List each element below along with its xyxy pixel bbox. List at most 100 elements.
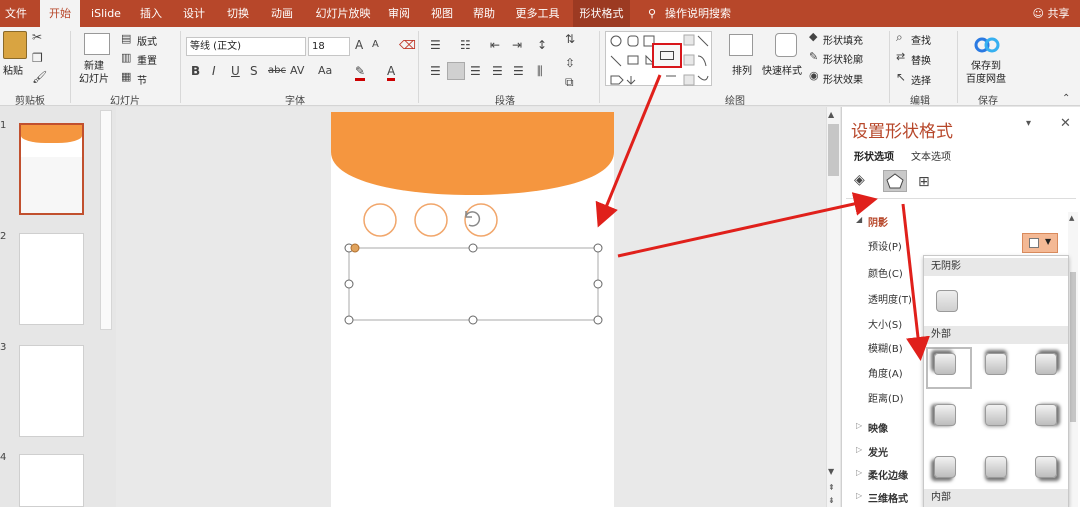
outer-shadow-option-6[interactable] — [1035, 404, 1057, 426]
reset-button[interactable]: 重置 — [137, 52, 157, 67]
share-button[interactable]: ☺ 共享 — [1026, 0, 1076, 27]
shape-outline-button[interactable]: 形状轮廓 — [823, 51, 863, 66]
slide-thumbnail-2[interactable] — [19, 233, 84, 325]
bullets-icon[interactable]: ☰ — [430, 38, 441, 52]
outer-shadow-option-8[interactable] — [985, 456, 1007, 478]
quick-styles-icon[interactable] — [775, 33, 797, 57]
new-slide-button[interactable]: 新建 幻灯片 — [79, 60, 109, 86]
outer-shadow-option-1[interactable] — [934, 353, 956, 375]
scroll-down-icon[interactable]: ▼ — [828, 467, 834, 476]
tab-animations[interactable]: 动画 — [265, 0, 299, 27]
baidu-cloud-icon[interactable] — [974, 33, 1000, 55]
slide-thumbnail-4[interactable] — [19, 454, 84, 507]
section-3d-format[interactable]: 三维格式 — [868, 490, 908, 505]
shadow-text-icon[interactable]: S — [250, 64, 258, 78]
rectangle-shape-button[interactable] — [652, 43, 682, 68]
save-to-baidu-button[interactable]: 保存到 百度网盘 — [966, 60, 1006, 86]
tell-me-search[interactable]: 操作说明搜索 — [665, 0, 745, 27]
tab-view[interactable]: 视图 — [425, 0, 459, 27]
tab-text-options[interactable]: 文本选项 — [911, 148, 951, 163]
copy-icon[interactable]: ❐ — [32, 51, 43, 65]
clear-format-icon[interactable]: ⌫ — [399, 38, 416, 52]
arrange-button[interactable]: 排列 — [732, 62, 752, 77]
tab-slideshow[interactable]: 幻灯片放映 — [308, 0, 378, 27]
scroll-thumb[interactable] — [828, 124, 839, 176]
outer-shadow-option-9[interactable] — [1035, 456, 1057, 478]
pane-scroll-up-icon[interactable]: ▲ — [1069, 214, 1074, 222]
increase-font-icon[interactable]: A — [355, 38, 363, 52]
paste-icon[interactable] — [3, 31, 27, 59]
tab-review[interactable]: 审阅 — [382, 0, 416, 27]
justify-icon[interactable]: ☰ — [492, 64, 503, 78]
smartart-icon[interactable]: ⧉ — [565, 75, 574, 90]
tab-file[interactable]: 文件 — [0, 0, 32, 27]
font-color-icon[interactable]: A — [387, 64, 396, 81]
pane-options-icon[interactable]: ▾ — [1026, 118, 1031, 129]
strikethrough-icon[interactable]: abc — [268, 65, 286, 76]
tab-insert[interactable]: 插入 — [134, 0, 168, 27]
distribute-icon[interactable]: ☰ — [513, 64, 524, 78]
new-slide-icon[interactable] — [84, 33, 110, 55]
font-name-select[interactable]: 等线 (正文) — [186, 37, 306, 56]
line-spacing-icon[interactable]: ↕ — [537, 38, 547, 52]
fill-line-icon[interactable]: ◈ — [854, 172, 865, 188]
shape-fill-button[interactable]: 形状填充 — [823, 32, 863, 47]
collapse-ribbon-icon[interactable]: ⌃ — [1062, 93, 1070, 104]
slide-thumbnail-3[interactable] — [19, 345, 84, 437]
decrease-indent-icon[interactable]: ⇤ — [490, 38, 500, 52]
numbering-icon[interactable]: ☷ — [460, 38, 471, 52]
text-direction-icon[interactable]: ⇅ — [565, 32, 575, 46]
thumbnails-scrollbar[interactable] — [100, 110, 112, 330]
section-shadow[interactable]: 阴影 — [868, 214, 888, 229]
underline-icon[interactable]: U — [231, 64, 240, 78]
format-painter-icon[interactable]: 🖌 — [32, 70, 47, 84]
shape-effects-button[interactable]: 形状效果 — [823, 71, 863, 86]
decrease-font-icon[interactable]: A — [372, 39, 379, 50]
slide-thumbnail-1[interactable] — [19, 123, 84, 215]
paste-button[interactable]: 粘贴 — [3, 62, 23, 77]
replace-button[interactable]: 替换 — [911, 52, 931, 67]
highlight-icon[interactable]: ✎ — [355, 64, 366, 81]
outer-shadow-option-5[interactable] — [985, 404, 1007, 426]
preset-dropdown[interactable]: ▼ — [1022, 233, 1058, 253]
size-properties-icon[interactable]: ⊞ — [918, 174, 930, 190]
bold-icon[interactable]: B — [191, 64, 200, 78]
effects-tab-button[interactable] — [883, 170, 907, 192]
section-glow[interactable]: 发光 — [868, 444, 888, 459]
prev-slide-icon[interactable]: ⇞ — [828, 483, 835, 492]
select-button[interactable]: 选择 — [911, 72, 931, 87]
outer-shadow-option-3[interactable] — [1035, 353, 1057, 375]
align-text-icon[interactable]: ⇳ — [565, 56, 575, 70]
quick-styles-button[interactable]: 快速样式 — [762, 62, 802, 77]
increase-indent-icon[interactable]: ⇥ — [512, 38, 522, 52]
tab-shape-options[interactable]: 形状选项 — [854, 148, 894, 163]
outer-shadow-option-7[interactable] — [934, 456, 956, 478]
cut-icon[interactable]: ✂ — [32, 30, 42, 44]
section-soft-edges[interactable]: 柔化边缘 — [868, 467, 908, 482]
columns-icon[interactable]: ⫼ — [537, 64, 543, 79]
char-spacing-icon[interactable]: AV — [290, 64, 304, 77]
next-slide-icon[interactable]: ⇟ — [828, 496, 835, 505]
tab-help[interactable]: 帮助 — [467, 0, 501, 27]
arrange-icon[interactable] — [729, 34, 753, 56]
pane-scrollbar[interactable]: ▲ — [1068, 212, 1078, 507]
align-center-button[interactable] — [447, 62, 465, 80]
scroll-up-icon[interactable]: ▲ — [828, 110, 834, 119]
section-button[interactable]: 节 — [137, 72, 147, 87]
tab-transitions[interactable]: 切换 — [221, 0, 255, 27]
canvas-scrollbar[interactable]: ▲ ▼ ⇞ ⇟ — [826, 107, 840, 507]
tab-islide[interactable]: iSlide — [86, 0, 126, 27]
tab-home[interactable]: 开始 — [40, 0, 80, 27]
tab-shape-format[interactable]: 形状格式 — [573, 0, 630, 27]
italic-icon[interactable]: I — [212, 64, 216, 78]
find-button[interactable]: 查找 — [911, 32, 931, 47]
align-left-icon[interactable]: ☰ — [430, 64, 441, 78]
tab-more-tools[interactable]: 更多工具 — [510, 0, 565, 27]
slide[interactable] — [331, 112, 614, 507]
tab-design[interactable]: 设计 — [177, 0, 211, 27]
close-icon[interactable]: ✕ — [1060, 116, 1071, 131]
pane-scroll-thumb[interactable] — [1070, 272, 1076, 422]
no-shadow-option[interactable] — [936, 290, 958, 312]
layout-button[interactable]: 版式 — [137, 33, 157, 48]
align-right-icon[interactable]: ☰ — [470, 64, 481, 78]
